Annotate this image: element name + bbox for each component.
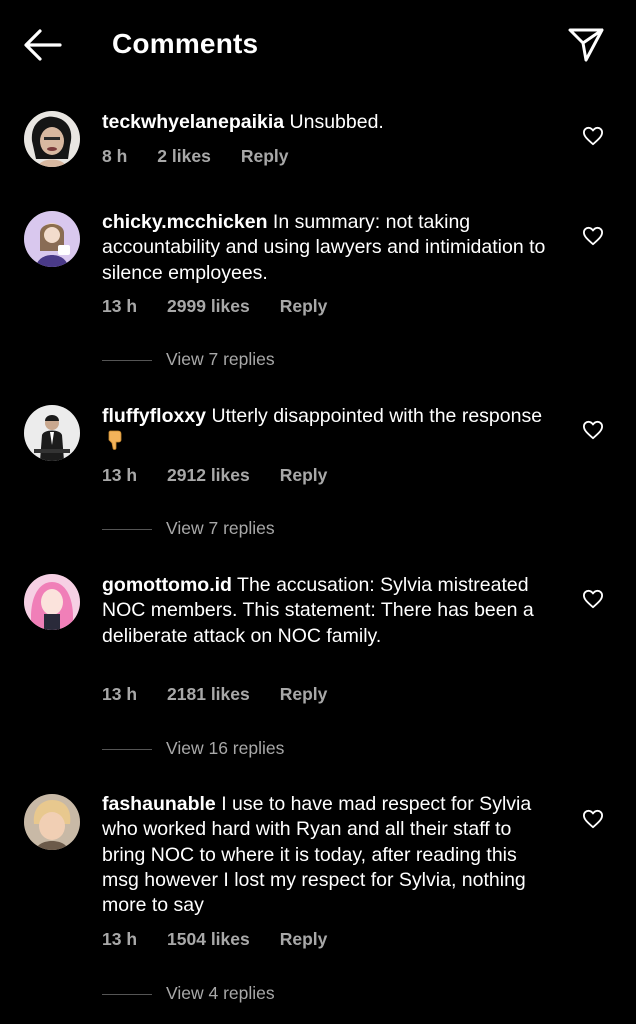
- view-replies-label: View 4 replies: [166, 983, 275, 1003]
- comment-text: fashaunable I use to have mad respect fo…: [102, 792, 557, 918]
- comment-time: 13 h: [102, 465, 138, 485]
- view-replies-button[interactable]: View 4 replies: [102, 983, 275, 1004]
- avatar[interactable]: [24, 111, 80, 167]
- reply-button[interactable]: Reply: [280, 465, 328, 486]
- heart-icon[interactable]: [582, 226, 604, 246]
- comment-username[interactable]: fluffyfloxxy: [102, 405, 206, 427]
- arrow-left-icon: [24, 29, 62, 61]
- avatar[interactable]: [24, 405, 80, 461]
- back-button[interactable]: [22, 26, 64, 64]
- comment-time: 8 h: [102, 146, 128, 166]
- divider-line: [102, 528, 152, 530]
- comment-likes[interactable]: 1504 likes: [167, 929, 250, 950]
- comment-username[interactable]: teckwhyelanepaikia: [102, 111, 284, 133]
- comment-meta: 13 h 2181 likes Reply: [102, 684, 327, 705]
- share-button[interactable]: [566, 24, 606, 64]
- comment-text: gomottomo.id The accusation: Sylvia mist…: [102, 573, 557, 649]
- view-replies-label: View 16 replies: [166, 738, 285, 758]
- heart-icon[interactable]: [582, 126, 604, 146]
- comment-meta: 8 h 2 likes Reply: [102, 146, 288, 167]
- view-replies-button[interactable]: View 7 replies: [102, 518, 275, 539]
- view-replies-label: View 7 replies: [166, 518, 275, 538]
- avatar[interactable]: [24, 574, 80, 630]
- view-replies-button[interactable]: View 16 replies: [102, 738, 284, 759]
- view-replies-button[interactable]: View 7 replies: [102, 349, 275, 370]
- comment-body: Unsubbed.: [289, 111, 384, 133]
- comment-likes[interactable]: 2 likes: [157, 146, 211, 167]
- divider-line: [102, 748, 152, 750]
- reply-button[interactable]: Reply: [280, 296, 328, 317]
- page-title: Comments: [112, 28, 259, 59]
- heart-icon[interactable]: [582, 809, 604, 829]
- avatar[interactable]: [24, 211, 80, 267]
- comment-meta: 13 h 2912 likes Reply: [102, 465, 327, 486]
- heart-icon[interactable]: [582, 589, 604, 609]
- comment-time: 13 h: [102, 929, 138, 949]
- heart-icon[interactable]: [582, 420, 604, 440]
- comment-username[interactable]: chicky.mcchicken: [102, 211, 267, 233]
- comment-username[interactable]: fashaunable: [102, 793, 216, 815]
- avatar[interactable]: [24, 794, 80, 850]
- divider-line: [102, 359, 152, 361]
- reply-button[interactable]: Reply: [241, 146, 289, 167]
- comment-text: chicky.mcchicken In summary: not taking …: [102, 210, 557, 286]
- comment-text: teckwhyelanepaikia Unsubbed.: [102, 110, 557, 135]
- comment-meta: 13 h 2999 likes Reply: [102, 296, 327, 317]
- thumbs-down-icon: [108, 430, 122, 451]
- comment-meta: 13 h 1504 likes Reply: [102, 929, 327, 950]
- reply-button[interactable]: Reply: [280, 684, 328, 705]
- comment-text: fluffyfloxxy Utterly disappointed with t…: [102, 404, 557, 455]
- header-bar: Comments: [0, 0, 636, 90]
- comment-likes[interactable]: 2912 likes: [167, 465, 250, 486]
- comment-body: Utterly disappointed with the response: [211, 405, 543, 427]
- paper-plane-icon: [568, 28, 604, 62]
- view-replies-label: View 7 replies: [166, 349, 275, 369]
- divider-line: [102, 993, 152, 995]
- reply-button[interactable]: Reply: [280, 929, 328, 950]
- comment-time: 13 h: [102, 684, 138, 704]
- comment-username[interactable]: gomottomo.id: [102, 574, 232, 596]
- comment-time: 13 h: [102, 296, 138, 316]
- comment-likes[interactable]: 2999 likes: [167, 296, 250, 317]
- comment-likes[interactable]: 2181 likes: [167, 684, 250, 705]
